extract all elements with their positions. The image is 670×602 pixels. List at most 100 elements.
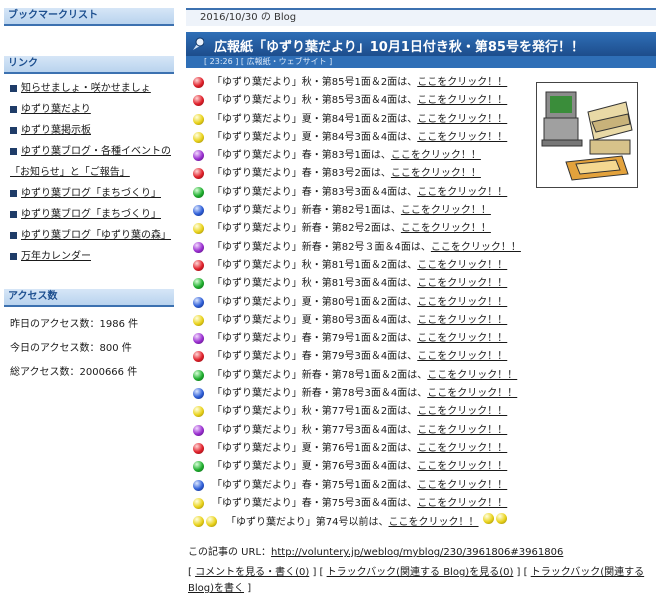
issue-row-content: 「ゆずり葉だより」春・第83号2面は、ここをクリック！！ <box>212 165 481 183</box>
issue-row: 「ゆずり葉だより」夏・第76号3面＆4面は、ここをクリック！！ <box>186 458 656 476</box>
issue-row-content: 「ゆずり葉だより」夏・第80号1面＆2面は、ここをクリック！！ <box>212 294 507 312</box>
post-category[interactable]: [ 23:26 ] [ 広報紙・ウェブサイト ] <box>186 56 656 68</box>
click-here-link[interactable]: ここをクリック！！ <box>417 315 507 326</box>
click-here-link[interactable]: ここをクリック！！ <box>427 388 517 399</box>
issue-row: 「ゆずり葉だより」春・第79号3面＆4面は、ここをクリック！！ <box>186 348 656 366</box>
issue-row-content: 「ゆずり葉だより」春・第83号1面は、ここをクリック！！ <box>212 147 481 165</box>
issue-row-content: 「ゆずり葉だより」秋・第81号1面＆2面は、ここをクリック！！ <box>212 257 507 275</box>
click-here-link[interactable]: ここをクリック！！ <box>417 333 507 344</box>
post-url-row: この記事の URL：http://voluntery.jp/weblog/myb… <box>188 545 658 561</box>
click-here-link[interactable]: ここをクリック！！ <box>417 480 507 491</box>
link-machizukuri-1[interactable]: ゆずり葉ブログ「まちづくり」 <box>21 188 161 199</box>
click-here-link[interactable]: ここをクリック！！ <box>391 168 481 179</box>
issue-label: 「ゆずり葉だより」春・第75号1面＆2面は、 <box>212 479 418 491</box>
link-item[interactable]: ゆずり葉ブログ・各種イベントの <box>4 141 174 162</box>
link-calendar[interactable]: 万年カレンダー <box>21 251 91 262</box>
click-here-link[interactable]: ここをクリック！！ <box>417 132 507 143</box>
link-events-blog-cont[interactable]: 「お知らせ」と「ご報告」 <box>10 167 130 178</box>
issue-label: 「ゆずり葉だより」秋・第85号1面＆2面は、 <box>212 77 418 88</box>
total-access: 総アクセス数：2000666 件 <box>10 367 138 378</box>
link-item[interactable]: ゆずり葉ブログ「まちづくり」 <box>4 183 174 204</box>
click-here-link[interactable]: ここをクリック！！ <box>431 242 521 253</box>
issue-row: 「ゆずり葉だより」秋・第81号1面＆2面は、ここをクリック！！ <box>186 257 656 275</box>
issue-label: 「ゆずり葉だより」秋・第77号1面＆2面は、 <box>212 406 418 418</box>
square-bullet-icon <box>10 210 17 218</box>
click-here-link[interactable]: ここをクリック！！ <box>417 260 507 271</box>
issue-label: 「ゆずり葉だより」新春・第82号３面＆4面は、 <box>212 241 431 253</box>
trackback-view-link[interactable]: トラックバック(関連する Blog)を見る(0) <box>327 567 514 578</box>
blue-ball-icon <box>193 205 204 217</box>
click-here-link[interactable]: ここをクリック！！ <box>391 150 481 161</box>
blue-ball-icon <box>193 479 204 491</box>
issue-row: 「ゆずり葉だより」春・第75号1面＆2面は、ここをクリック！！ <box>186 477 656 495</box>
link-events-blog[interactable]: ゆずり葉ブログ・各種イベントの <box>21 146 171 157</box>
yellow-ball-icon <box>193 223 204 235</box>
link-item[interactable]: ゆずり葉ブログ「まちづくり」 <box>4 204 174 225</box>
click-here-link[interactable]: ここをクリック！！ <box>417 443 507 454</box>
issue-label: 「ゆずり葉だより」秋・第81号1面＆2面は、 <box>212 259 418 271</box>
square-bullet-icon <box>10 189 17 197</box>
issue-label: 「ゆずり葉だより」春・第83号3面＆4面は、 <box>212 186 418 198</box>
link-item[interactable]: 知らせましょ・咲かせましょ <box>4 78 174 99</box>
click-here-link[interactable]: ここをクリック！！ <box>417 278 507 289</box>
link-item-continued[interactable]: 「お知らせ」と「ご報告」 <box>4 162 174 183</box>
issue-row-content: 「ゆずり葉だより」春・第79号3面＆4面は、ここをクリック！！ <box>212 348 507 366</box>
issue-row-archive: 「ゆずり葉だより」第74号以前は、ここをクリック！！ <box>186 513 656 531</box>
issue-label: 「ゆずり葉だより」春・第83号1面は、 <box>212 150 391 162</box>
link-item[interactable]: ゆずり葉だより <box>4 99 174 120</box>
issue-row-content: 「ゆずり葉だより」春・第83号3面＆4面は、ここをクリック！！ <box>212 184 507 202</box>
click-here-link[interactable]: ここをクリック！！ <box>417 95 507 106</box>
click-here-link[interactable]: ここをクリック！！ <box>417 498 507 509</box>
issue-label: 「ゆずり葉だより」春・第75号3面＆4面は、 <box>212 497 418 509</box>
link-item[interactable]: ゆずり葉ブログ「ゆずり葉の森」 <box>4 225 174 246</box>
click-here-link[interactable]: ここをクリック！！ <box>417 114 507 125</box>
blue-ball-icon <box>193 296 204 308</box>
issue-row-content: 「ゆずり葉だより」夏・第76号3面＆4面は、ここをクリック！！ <box>212 458 507 476</box>
green-ball-icon <box>193 461 204 473</box>
issue-row-content: 「ゆずり葉だより」夏・第84号3面＆4面は、ここをクリック！！ <box>212 129 507 147</box>
links-heading: リンク <box>4 56 174 74</box>
issue-label: 「ゆずり葉だより」新春・第78号1面＆2面は、 <box>212 369 428 381</box>
yellow-ball-icon <box>193 314 204 326</box>
click-here-link[interactable]: ここをクリック！！ <box>401 205 491 216</box>
link-machizukuri-2[interactable]: ゆずり葉ブログ「まちづくり」 <box>21 209 161 220</box>
archive-click-here-link[interactable]: ここをクリック！！ <box>389 517 479 528</box>
link-item[interactable]: ゆずり葉掲示板 <box>4 120 174 141</box>
square-bullet-icon <box>10 84 17 92</box>
issue-row-content: 「ゆずり葉だより」春・第75号1面＆2面は、ここをクリック！！ <box>212 477 507 495</box>
issue-row-content: 「ゆずり葉だより」秋・第77号3面＆4面は、ここをクリック！！ <box>212 422 507 440</box>
issue-row: 「ゆずり葉だより」夏・第80号1面＆2面は、ここをクリック！！ <box>186 294 656 312</box>
comment-link[interactable]: コメントを見る・書く(0) <box>195 567 309 578</box>
link-item[interactable]: 万年カレンダー <box>4 246 174 267</box>
click-here-link[interactable]: ここをクリック！！ <box>417 351 507 362</box>
click-here-link[interactable]: ここをクリック！！ <box>417 461 507 472</box>
click-here-link[interactable]: ここをクリック！！ <box>417 425 507 436</box>
click-here-link[interactable]: ここをクリック！！ <box>417 297 507 308</box>
issue-label: 「ゆずり葉だより」夏・第80号1面＆2面は、 <box>212 296 418 308</box>
issue-row-content: 「ゆずり葉だより」新春・第78号1面＆2面は、ここをクリック！！ <box>212 367 517 385</box>
click-here-link[interactable]: ここをクリック！！ <box>401 223 491 234</box>
issue-row: 「ゆずり葉だより」新春・第78号3面＆4面は、ここをクリック！！ <box>186 385 656 403</box>
post-url-link[interactable]: http://voluntery.jp/weblog/myblog/230/39… <box>271 547 563 558</box>
link-yuzuriha-dayori[interactable]: ゆずり葉だより <box>21 104 91 115</box>
yellow-ball-icon <box>482 513 494 525</box>
yesterday-access: 昨日のアクセス数：1986 件 <box>10 319 139 330</box>
purple-ball-icon <box>193 424 204 436</box>
link-shirase[interactable]: 知らせましょ・咲かせましょ <box>21 83 151 94</box>
square-bullet-icon <box>10 231 17 239</box>
issue-row: 「ゆずり葉だより」春・第75号3面＆4面は、ここをクリック！！ <box>186 495 656 513</box>
issue-label: 「ゆずり葉だより」秋・第81号3面＆4面は、 <box>212 278 418 290</box>
square-bullet-icon <box>10 147 17 155</box>
link-bbs[interactable]: ゆずり葉掲示板 <box>21 125 91 136</box>
issue-label: 「ゆずり葉だより」夏・第76号3面＆4面は、 <box>212 461 418 473</box>
click-here-link[interactable]: ここをクリック！！ <box>427 370 517 381</box>
click-here-link[interactable]: ここをクリック！！ <box>417 406 507 417</box>
sidebar: ブックマークリスト リンク 知らせましょ・咲かせましょ ゆずり葉だより ゆずり葉… <box>4 8 174 385</box>
click-here-link[interactable]: ここをクリック！！ <box>417 77 507 88</box>
click-here-link[interactable]: ここをクリック！！ <box>417 187 507 198</box>
link-mori[interactable]: ゆずり葉ブログ「ゆずり葉の森」 <box>21 230 171 241</box>
issue-row: 「ゆずり葉だより」春・第79号1面＆2面は、ここをクリック！！ <box>186 330 656 348</box>
issue-label: 「ゆずり葉だより」春・第79号1面＆2面は、 <box>212 333 418 345</box>
issue-row-content: 「ゆずり葉だより」春・第79号1面＆2面は、ここをクリック！！ <box>212 330 507 348</box>
issue-label: 「ゆずり葉だより」春・第79号3面＆4面は、 <box>212 351 418 363</box>
